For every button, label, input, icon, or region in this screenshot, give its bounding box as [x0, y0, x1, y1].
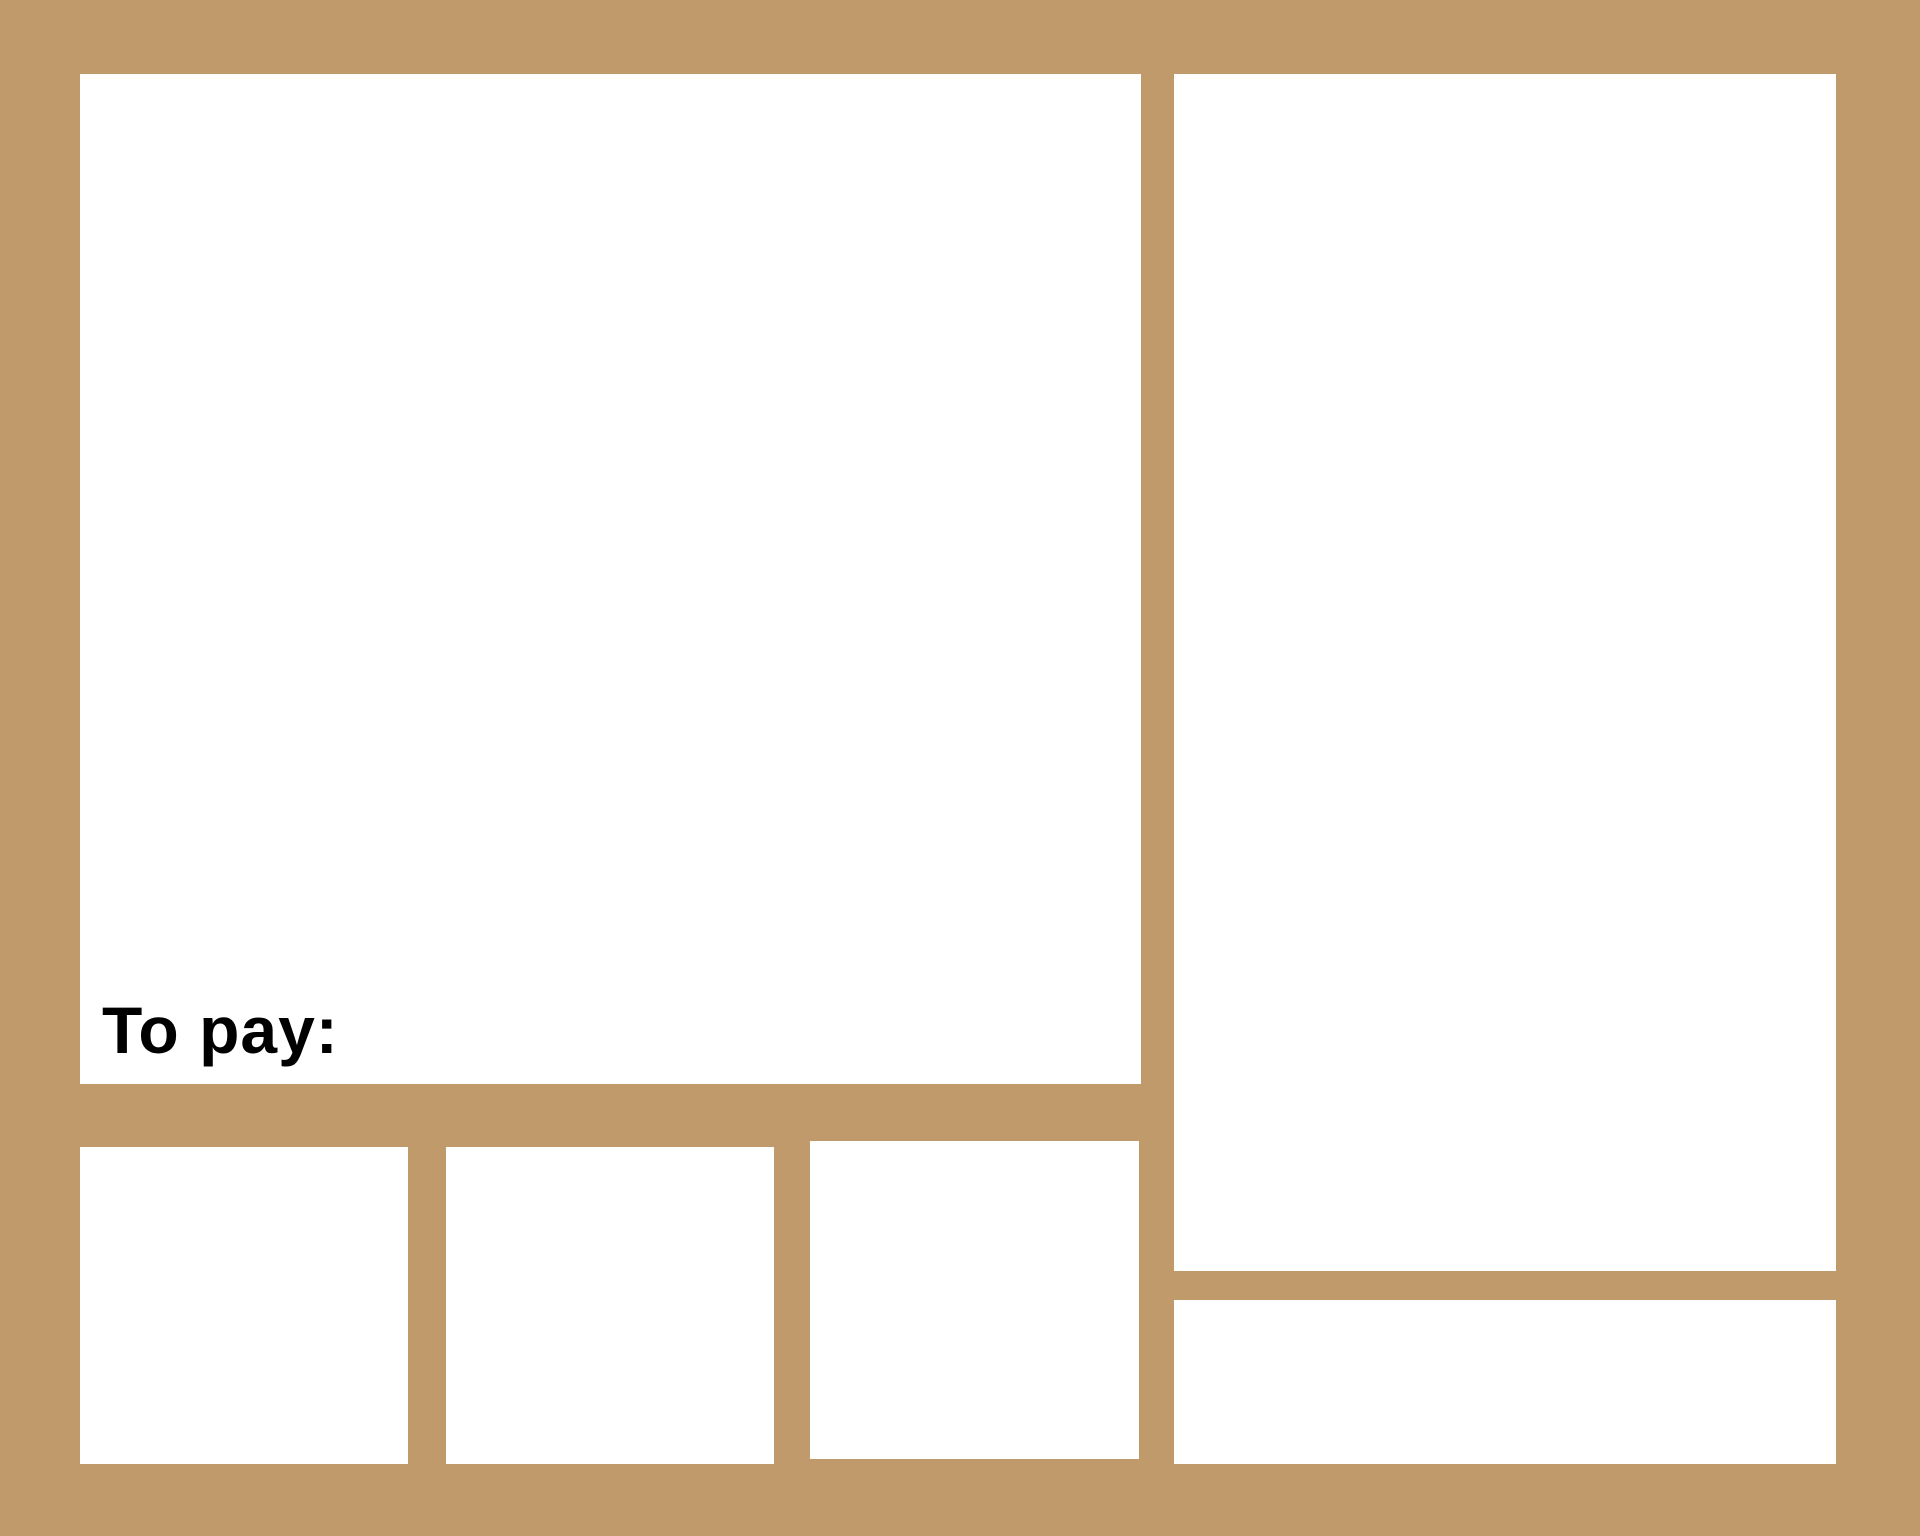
bottom-panel-1 — [80, 1147, 408, 1464]
main-panel: To pay: — [80, 74, 1141, 1084]
right-top-panel — [1174, 74, 1836, 1271]
bottom-panel-2 — [446, 1147, 774, 1464]
right-bottom-panel — [1174, 1300, 1836, 1464]
to-pay-label: To pay: — [102, 993, 339, 1067]
bottom-panel-3 — [810, 1141, 1139, 1459]
